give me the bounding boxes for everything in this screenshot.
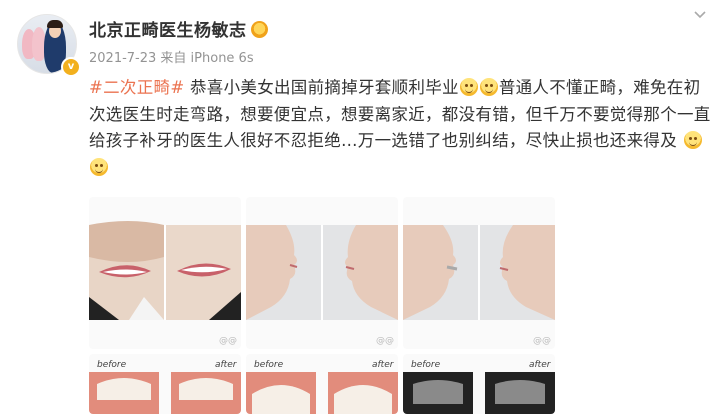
post-image-6[interactable]: before after (403, 354, 555, 414)
image-watermark: @@ (219, 336, 237, 346)
post-image-3[interactable]: @@ (403, 197, 555, 349)
post-text-part1: 恭喜小美女出国前摘掉牙套顺利毕业 (184, 78, 459, 97)
smile-emoji-icon (683, 131, 702, 149)
author-name[interactable]: 北京正畸医生杨敏志 (89, 16, 268, 41)
after-label: after (529, 360, 551, 370)
hashtag-link[interactable]: #二次正畸# (89, 78, 184, 97)
smile-emoji-icon (479, 78, 498, 96)
verified-icon: v (61, 57, 81, 77)
before-label: before (254, 360, 284, 370)
after-label: after (215, 360, 237, 370)
post-image-5[interactable]: before after (246, 354, 398, 414)
author-name-text[interactable]: 北京正畸医生杨敏志 (89, 21, 247, 41)
image-watermark: @@ (533, 336, 551, 346)
before-label: before (411, 360, 441, 370)
post-image-1[interactable]: @@ (89, 197, 241, 349)
after-label: after (372, 360, 394, 370)
before-label: before (97, 360, 127, 370)
post-text: #二次正畸# 恭喜小美女出国前摘掉牙套顺利毕业 普通人不懂正畸，难免在初次选医生时… (89, 75, 711, 181)
post-image-2[interactable]: @@ (246, 197, 398, 349)
smile-emoji-icon (90, 157, 108, 176)
fan-badge-icon (250, 21, 268, 38)
post-meta: 2021-7-23 来自 iPhone 6s (89, 51, 254, 66)
chevron-down-icon[interactable] (691, 8, 709, 26)
post-image-4[interactable]: before after (89, 354, 241, 414)
smile-emoji-icon (459, 78, 478, 96)
image-watermark: @@ (376, 336, 394, 346)
